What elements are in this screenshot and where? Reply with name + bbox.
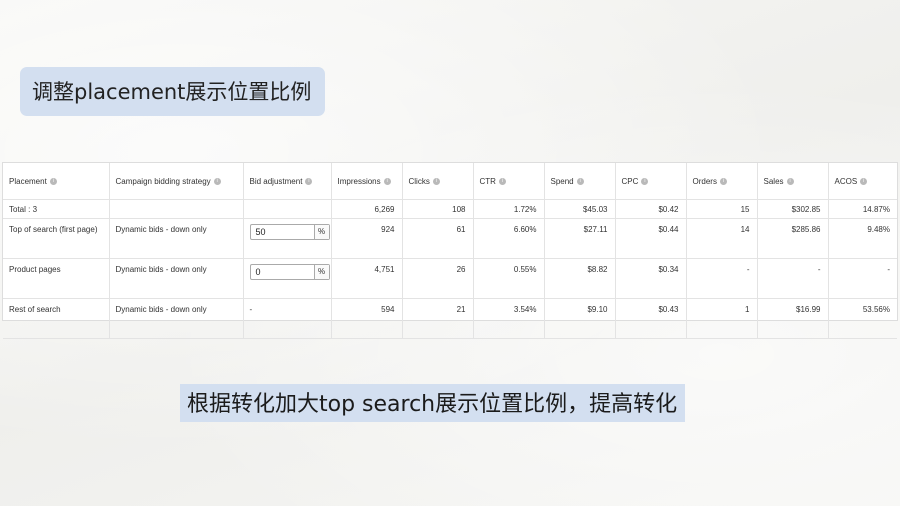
bid-adjustment-input[interactable]: 50 % [249,224,330,240]
placement-cell: Rest of search [3,298,110,339]
info-icon[interactable]: i [498,177,506,185]
placement-table: Placement i Campaign bidding strategy i Bi… [3,163,897,339]
bottom-caption: 根据转化加大top search展示位置比例，提高转化 [180,384,686,422]
header-campaign-bidding-strategy[interactable]: Campaign bidding strategy i [109,163,244,200]
header-orders[interactable]: Orders i [686,163,758,200]
orders-cell: - [686,258,758,299]
impressions-cell: 924 [331,218,403,259]
header-ctr[interactable]: CTR i [473,163,545,200]
total-bid-empty [243,199,332,219]
header-clicks[interactable]: Clicks i [402,163,474,200]
spend-cell: $8.82 [544,258,616,299]
placement-table-container: Placement i Campaign bidding strategy i Bi… [2,162,898,339]
percent-suffix: % [313,225,329,239]
total-orders: 15 [686,199,758,219]
cpc-cell: $0.44 [615,218,687,259]
info-icon[interactable]: i [305,177,313,185]
bid-adjustment-input[interactable]: 0 % [249,264,330,280]
slide-title: 调整placement展示位置比例 [20,67,326,116]
header-acos[interactable]: ACOS i [828,163,897,200]
strategy-cell: Dynamic bids - down only [109,258,244,299]
table-row: Product pages Dynamic bids - down only 0… [3,258,897,299]
clicks-cell: 26 [402,258,474,299]
total-label: Total : 3 [3,199,110,219]
clicks-cell: 21 [402,298,474,339]
info-icon[interactable]: i [383,177,391,185]
impressions-cell: 594 [331,298,403,339]
acos-cell: 53.56% [828,298,897,339]
cpc-cell: $0.43 [615,298,687,339]
acos-cell: 9.48% [828,218,897,259]
bid-adjustment-cell: 0 % [243,258,332,299]
bid-adjustment-cell: - [243,298,332,339]
orders-cell: 14 [686,218,758,259]
info-icon[interactable]: i [213,177,221,185]
total-spend: $45.03 [544,199,616,219]
info-icon[interactable]: i [576,177,584,185]
ctr-cell: 3.54% [473,298,545,339]
info-icon[interactable]: i [641,177,649,185]
acos-cell: - [828,258,897,299]
bid-adjustment-cell: 50 % [243,218,332,259]
orders-cell: 1 [686,298,758,339]
table-header-row: Placement i Campaign bidding strategy i Bi… [3,163,897,200]
info-icon[interactable]: i [786,177,794,185]
total-ctr: 1.72% [473,199,545,219]
spend-cell: $9.10 [544,298,616,339]
sales-cell: $285.86 [757,218,829,259]
header-cpc[interactable]: CPC i [615,163,687,200]
info-icon[interactable]: i [860,177,868,185]
total-cpc: $0.42 [615,199,687,219]
percent-suffix: % [313,265,329,279]
total-clicks: 108 [402,199,474,219]
header-placement[interactable]: Placement i [3,163,110,200]
table-row: Rest of search Dynamic bids - down only … [3,298,897,339]
total-strategy-empty [109,199,244,219]
header-bid-adjustment[interactable]: Bid adjustment i [243,163,332,200]
impressions-cell: 4,751 [331,258,403,299]
info-icon[interactable]: i [49,177,57,185]
total-sales: $302.85 [757,199,829,219]
cpc-cell: $0.34 [615,258,687,299]
bid-adjustment-value[interactable]: 50 [251,225,314,239]
sales-cell: - [757,258,829,299]
header-impressions[interactable]: Impressions i [331,163,403,200]
strategy-cell: Dynamic bids - down only [109,218,244,259]
table-row: Top of search (first page) Dynamic bids … [3,218,897,259]
strategy-cell: Dynamic bids - down only [109,298,244,339]
ctr-cell: 6.60% [473,218,545,259]
total-impressions: 6,269 [331,199,403,219]
placement-cell: Product pages [3,258,110,299]
bid-adjustment-value[interactable]: 0 [251,265,314,279]
placement-cell: Top of search (first page) [3,218,110,259]
clicks-cell: 61 [402,218,474,259]
info-icon[interactable]: i [719,177,727,185]
table-total-row: Total : 3 6,269 108 1.72% $45.03 $0.42 1… [3,199,897,219]
info-icon[interactable]: i [432,177,440,185]
header-sales[interactable]: Sales i [757,163,829,200]
header-spend[interactable]: Spend i [544,163,616,200]
total-acos: 14.87% [828,199,897,219]
spend-cell: $27.11 [544,218,616,259]
ctr-cell: 0.55% [473,258,545,299]
sales-cell: $16.99 [757,298,829,339]
